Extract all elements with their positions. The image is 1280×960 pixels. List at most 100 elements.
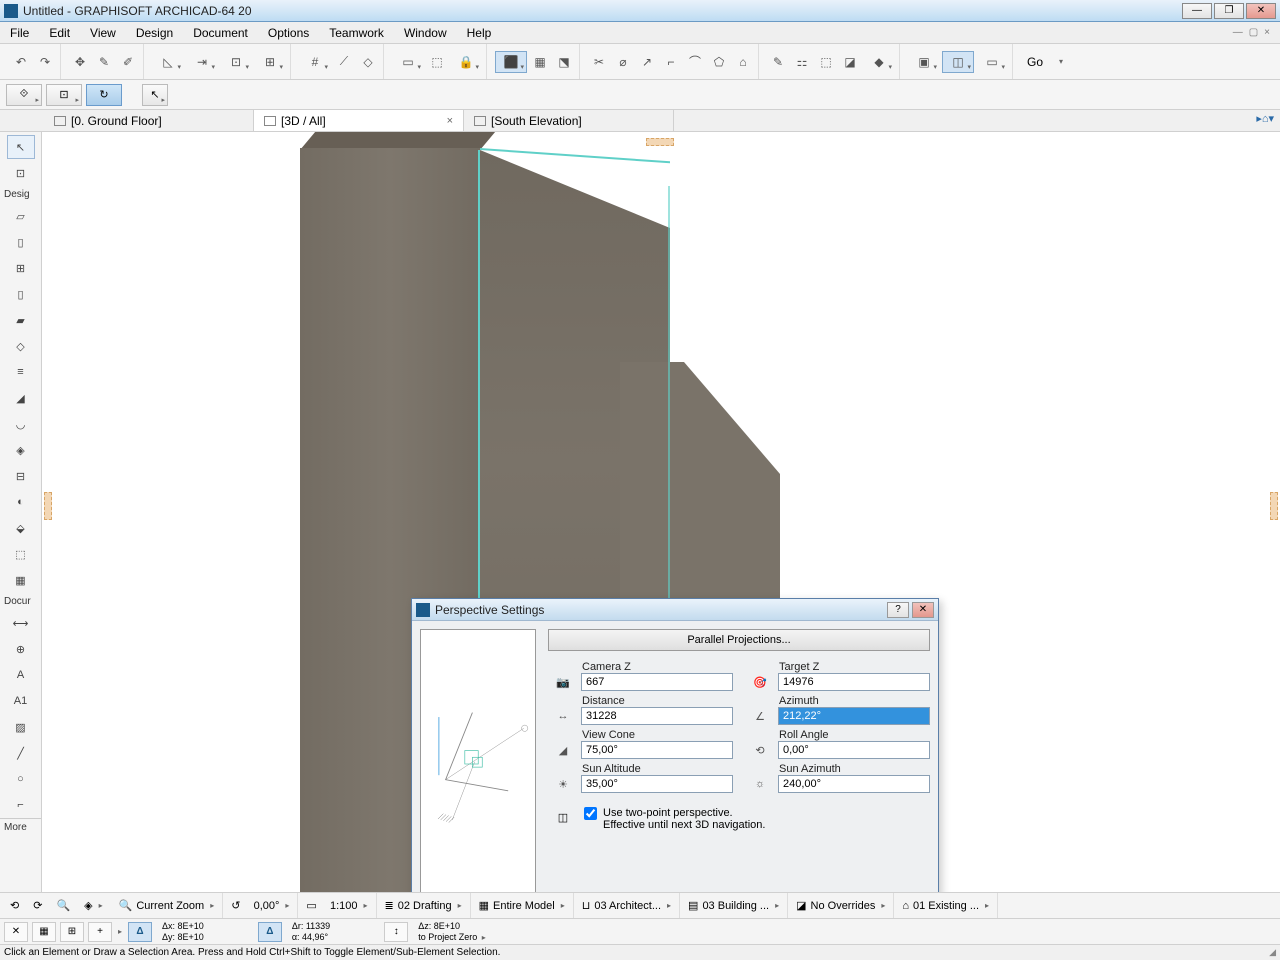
dialog-titlebar[interactable]: Perspective Settings ? ✕ [412,599,938,621]
eyedropper-button[interactable]: ✎ [93,51,115,73]
dialog-help-button[interactable]: ? [887,602,909,618]
window-tool[interactable]: ⊞ [7,256,35,280]
intersect-button[interactable]: ⌐ [660,51,682,73]
grid-button[interactable]: ⊞ [60,922,84,942]
camera-preview[interactable] [420,629,536,892]
pick-button[interactable]: ✥ [69,51,91,73]
fillet-button[interactable]: ⌒ [684,51,706,73]
maximize-button[interactable]: ❐ [1214,3,1244,19]
menu-window[interactable]: Window [394,24,457,42]
dimension-tool[interactable]: ⟷ [7,611,35,635]
view-map-dropdown[interactable]: ▣ [908,51,940,73]
menu-edit[interactable]: Edit [39,24,80,42]
view-cone-input[interactable] [581,741,733,759]
origin-button[interactable]: ✕ [4,922,28,942]
zoom-button[interactable]: 🔍 [50,893,76,918]
adjust-button[interactable]: ↗ [636,51,658,73]
wall-tool[interactable]: ▱ [7,204,35,228]
favorites-dropdown[interactable]: ◆ [863,51,895,73]
beam-tool[interactable]: ▰ [7,308,35,332]
tab-close-button[interactable]: × [447,115,453,127]
distance-input[interactable] [581,707,733,725]
mesh-tool[interactable]: ▦ [7,568,35,592]
back-button[interactable]: ⟲ [4,893,25,918]
azimuth-input[interactable] [778,707,930,725]
layer-combo-dropdown[interactable]: ≣ 02 Drafting▸ [379,893,471,918]
window-icon[interactable]: ▢ [1249,27,1258,38]
sun-azimuth-input[interactable] [778,775,930,793]
tab-3d-all[interactable]: [3D / All] × [254,110,464,131]
override-dropdown[interactable]: ◪ No Overrides▸ [790,893,894,918]
x-icon[interactable]: × [1264,27,1270,38]
walk-button[interactable]: ⊡ [46,84,82,106]
offset-button[interactable]: ⌂ [732,51,754,73]
guide-lines-dropdown[interactable]: ◺ [152,51,184,73]
trace-dropdown[interactable]: ▭ [392,51,424,73]
grid-snap-dropdown[interactable]: ⊞ [254,51,286,73]
minimize-button[interactable]: — [1182,3,1212,19]
toolbox-more[interactable]: More [0,818,41,836]
renovation-dropdown[interactable]: ⊔ 03 Architect...▸ [576,893,680,918]
skylight-tool[interactable]: ◈ [7,438,35,462]
inject-button[interactable]: ✐ [117,51,139,73]
menu-file[interactable]: File [0,24,39,42]
polyline-tool[interactable]: ⌐ [7,793,35,817]
zone-tool[interactable]: ⬚ [7,542,35,566]
model-view-dropdown[interactable]: ▦ Entire Model▸ [473,893,574,918]
line-tool[interactable]: ╱ [7,741,35,765]
redo-button[interactable]: ↷ [34,51,56,73]
elevation-button[interactable]: ↕ [384,922,408,942]
object-tool[interactable]: ⬙ [7,516,35,540]
camera-z-input[interactable] [581,673,733,691]
resize-button[interactable]: ⬠ [708,51,730,73]
solid-ops-button[interactable]: ◪ [839,51,861,73]
orbit-button[interactable]: ↻ [86,84,122,106]
close-button[interactable]: ✕ [1246,3,1276,19]
current-zoom-dropdown[interactable]: 🔍 Current Zoom▸ [113,893,224,918]
3d-cutaway-button[interactable]: ▦ [529,51,551,73]
text-tool[interactable]: A [7,663,35,687]
measure-button[interactable]: ◇ [357,51,379,73]
go-label[interactable]: Go [1021,55,1057,69]
explore-button[interactable]: ⟐ [6,84,42,106]
roof-tool[interactable]: ◢ [7,386,35,410]
menu-design[interactable]: Design [126,24,183,42]
column-tool[interactable]: ▯ [7,282,35,306]
3d-section-button[interactable]: ⬔ [553,51,575,73]
tab-south-elevation[interactable]: [South Elevation] [464,110,674,131]
floor-plan-dropdown[interactable]: ▭ [976,51,1008,73]
align-button[interactable]: ⚏ [791,51,813,73]
curtainwall-tool[interactable]: ⊟ [7,464,35,488]
distribute-button[interactable]: ⬚ [815,51,837,73]
dash-icon[interactable]: — [1233,27,1243,38]
resize-grip[interactable]: ◢ [1269,947,1276,958]
snap-guides-dropdown[interactable]: ⇥ [186,51,218,73]
lock-dropdown[interactable]: 🔒 [450,51,482,73]
morph-tool[interactable]: ◐ [7,490,35,514]
3d-view-canvas[interactable]: Perspective Settings ? ✕ [42,132,1280,892]
left-panel-handle[interactable] [44,492,52,520]
existing-dropdown[interactable]: ⌂ 01 Existing ...▸ [896,893,998,918]
fill-tool[interactable]: ▨ [7,715,35,739]
arrow-tool[interactable]: ↖ [7,135,35,159]
pen-set-dropdown[interactable]: ▤ 03 Building ...▸ [682,893,788,918]
split-button[interactable]: ⌀ [612,51,634,73]
two-point-checkbox[interactable] [584,807,597,820]
snap-points-dropdown[interactable]: ⊡ [220,51,252,73]
grid-display-dropdown[interactable]: # [299,51,331,73]
slab-tool[interactable]: ◇ [7,334,35,358]
edit-sel-button[interactable]: ✎ [767,51,789,73]
menu-options[interactable]: Options [258,24,319,42]
3d-window-dropdown[interactable]: ◫ [942,51,974,73]
3d-style-dropdown[interactable]: ⬛ [495,51,527,73]
gravity-button[interactable]: ▦ [32,922,56,942]
orientation-dropdown[interactable]: ↺ 0,00°▸ [225,893,298,918]
circle-tool[interactable]: ○ [7,767,35,791]
menu-teamwork[interactable]: Teamwork [319,24,394,42]
ruler-button[interactable]: ⟋ [333,51,355,73]
stair-tool[interactable]: ≡ [7,360,35,384]
right-panel-handle[interactable] [1270,492,1278,520]
forward-button[interactable]: ⟳ [27,893,48,918]
marquee-tool[interactable]: ⊡ [7,161,35,185]
fit-button[interactable]: ◈▸ [78,893,110,918]
